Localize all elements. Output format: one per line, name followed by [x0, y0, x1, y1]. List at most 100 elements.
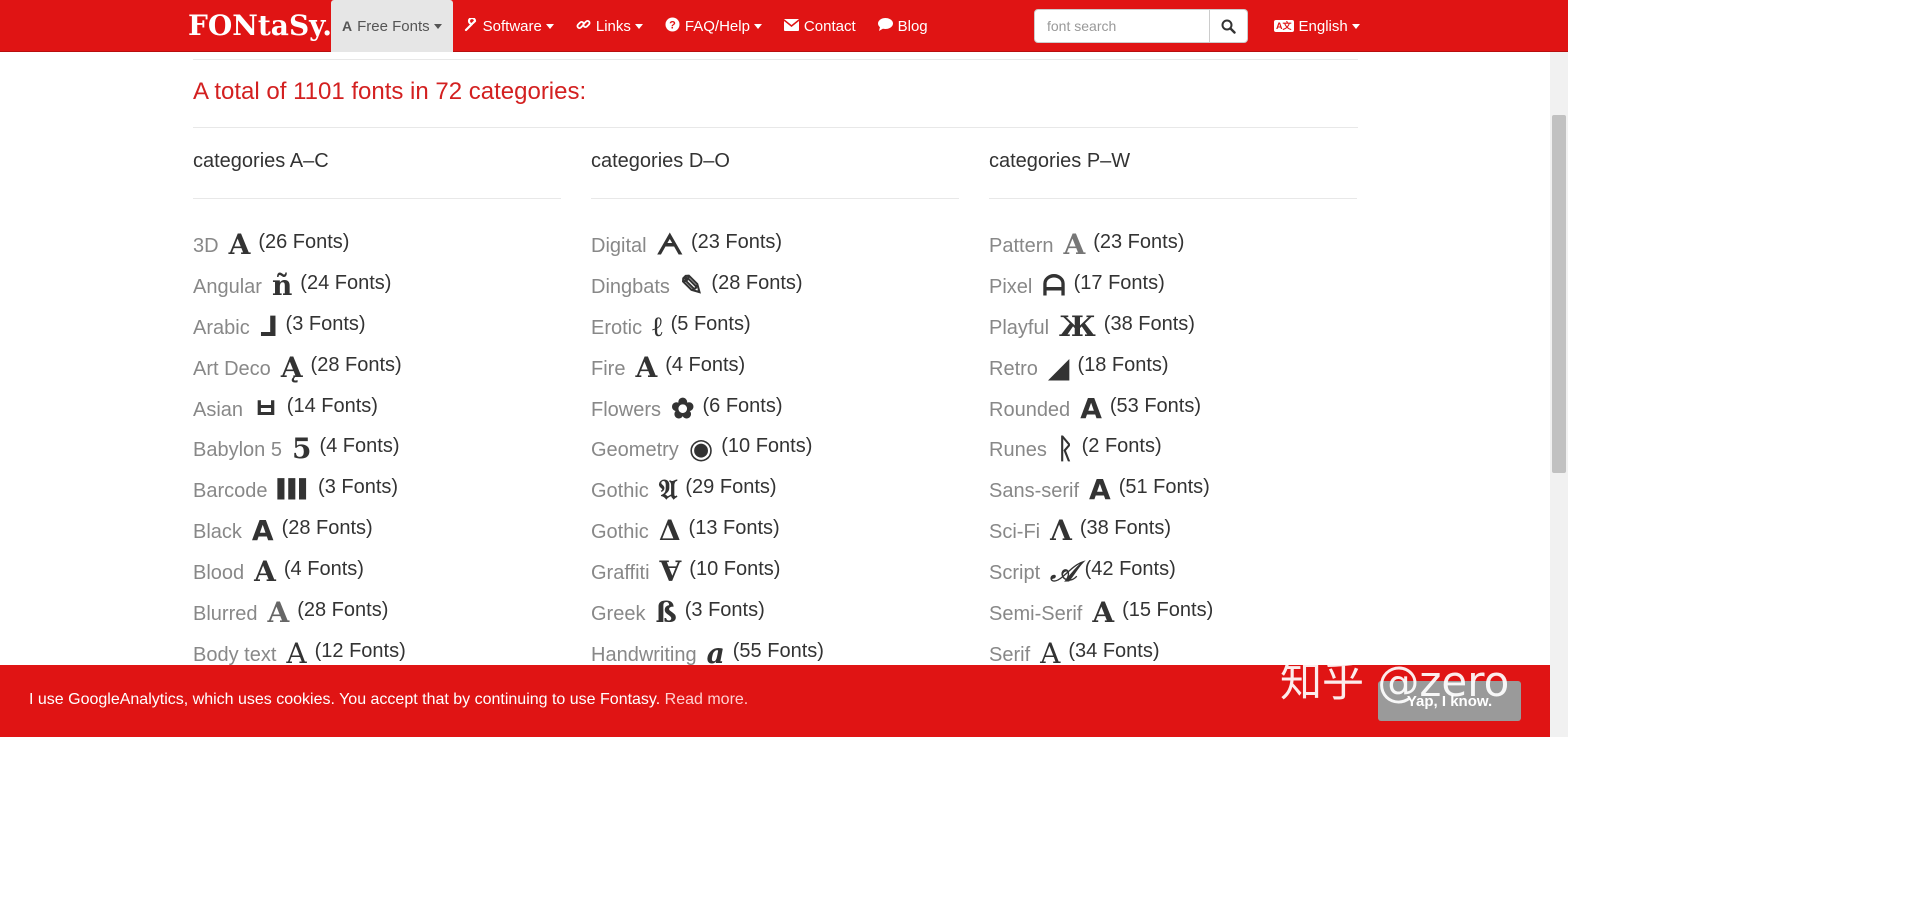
nav-faq-help[interactable]: ? FAQ/Help [654, 0, 773, 52]
category-link[interactable]: Semi-Serif [989, 603, 1082, 626]
category-link[interactable]: Black [193, 521, 242, 544]
category-sample-glyph[interactable]: ✎ [680, 271, 703, 300]
category-link[interactable]: Runes [989, 439, 1047, 462]
nav-links[interactable]: Links [565, 0, 654, 52]
vertical-scrollbar-thumb[interactable] [1552, 115, 1566, 473]
caret-down-icon [433, 23, 442, 29]
category-link[interactable]: Sci-Fi [989, 521, 1040, 544]
category-sample-glyph[interactable]: Ж [1059, 312, 1096, 341]
category-row: Art Deco Ą (28 Fonts) [193, 346, 573, 387]
category-row: Blood A (4 Fonts) [193, 550, 573, 591]
category-sample-glyph[interactable]: ▌▌▌ [278, 476, 313, 504]
category-sample-glyph[interactable]: ß [655, 598, 676, 627]
category-link[interactable]: Angular [193, 276, 262, 299]
category-link[interactable]: Handwriting [591, 644, 697, 667]
divider [193, 198, 561, 199]
category-sample-glyph[interactable]: A [635, 353, 657, 382]
category-link[interactable]: Erotic [591, 317, 642, 340]
category-sample-glyph[interactable]: ᗅ [657, 230, 683, 259]
category-count: (24 Fonts) [300, 271, 392, 294]
category-sample-glyph[interactable]: A [286, 639, 306, 668]
category-link[interactable]: Rounded [989, 399, 1070, 422]
category-list-d-o: Digital ᗅ (23 Fonts) Dingbats ✎ (28 Fonts) E… [591, 223, 971, 673]
category-sample-glyph[interactable]: 5 [292, 435, 311, 463]
category-link[interactable]: Blood [193, 562, 244, 585]
category-count: (10 Fonts) [721, 435, 813, 458]
category-sample-glyph[interactable]: ⅃ [260, 312, 278, 341]
watermark-text: 知乎 @zero [1280, 657, 1510, 706]
nav-contact[interactable]: Contact [773, 0, 867, 52]
category-sample-glyph[interactable]: ◢ [1048, 353, 1070, 382]
category-sample-glyph[interactable]: A [252, 517, 274, 545]
category-sample-glyph[interactable]: A [1089, 476, 1111, 504]
category-link[interactable]: Dingbats [591, 276, 670, 299]
category-link[interactable]: Blurred [193, 603, 257, 626]
category-count: (38 Fonts) [1079, 517, 1171, 540]
category-sample-glyph[interactable]: Ʌ [1050, 517, 1072, 545]
category-link[interactable]: Graffiti [591, 562, 650, 585]
category-link[interactable]: Asian [193, 399, 243, 422]
cookie-message: I use GoogleAnalytics, which uses cookie… [29, 691, 748, 709]
category-link[interactable]: Pixel [989, 276, 1032, 299]
category-sample-glyph[interactable]: A [229, 230, 251, 259]
category-sample-glyph[interactable]: ◉ [689, 435, 713, 463]
category-link[interactable]: Art Deco [193, 358, 271, 381]
category-link[interactable]: Flowers [591, 399, 661, 422]
category-row: Greek ß (3 Fonts) [591, 591, 971, 632]
category-link[interactable]: Body text [193, 644, 276, 667]
category-sample-glyph[interactable]: ᚱ [1057, 435, 1074, 463]
category-link[interactable]: Barcode [193, 480, 268, 503]
category-sample-glyph[interactable]: a [707, 639, 725, 668]
category-link[interactable]: Sans-serif [989, 480, 1079, 503]
category-sample-glyph[interactable]: A [1080, 394, 1102, 423]
category-link[interactable]: Pattern [989, 235, 1053, 258]
nav-free-fonts-label: Free Fonts [357, 17, 430, 35]
category-sample-glyph[interactable]: A [267, 598, 289, 627]
category-sample-glyph[interactable]: 𝒜 [1050, 558, 1077, 586]
category-link[interactable]: Digital [591, 235, 647, 258]
category-link[interactable]: Serif [989, 644, 1030, 667]
category-link[interactable]: Script [989, 562, 1040, 585]
category-link[interactable]: Geometry [591, 439, 679, 462]
svg-text:?: ? [669, 20, 676, 32]
category-link[interactable]: Arabic [193, 317, 250, 340]
category-row: Gothic Δ (13 Fonts) [591, 509, 971, 550]
category-link[interactable]: Gothic [591, 521, 649, 544]
category-count: (13 Fonts) [688, 517, 780, 540]
category-row: Dingbats ✎ (28 Fonts) [591, 264, 971, 305]
category-count: (42 Fonts) [1084, 558, 1176, 581]
category-link[interactable]: 3D [193, 235, 219, 258]
nav-free-fonts[interactable]: A Free Fonts [331, 0, 453, 52]
category-sample-glyph[interactable]: Ɐ [660, 558, 682, 586]
category-sample-glyph[interactable]: ㅂ [253, 394, 279, 423]
category-sample-glyph[interactable]: A [254, 558, 276, 586]
category-sample-glyph[interactable]: ✿ [671, 394, 694, 423]
divider [989, 198, 1357, 199]
category-row: Black A (28 Fonts) [193, 509, 573, 550]
nav-software[interactable]: Software [453, 0, 565, 52]
category-link[interactable]: Gothic [591, 480, 649, 503]
category-sample-glyph[interactable]: 𝔄 [659, 476, 678, 504]
nav-contact-label: Contact [803, 17, 856, 35]
category-link[interactable]: Greek [591, 603, 645, 626]
category-row: Blurred A (28 Fonts) [193, 591, 573, 632]
category-sample-glyph[interactable]: Δ [659, 517, 681, 545]
category-sample-glyph[interactable]: ñ [272, 271, 292, 300]
page-heading: A total of 1101 fonts in 72 categories: [193, 78, 587, 105]
category-sample-glyph[interactable]: A [1092, 598, 1114, 627]
nav-blog[interactable]: Blog [867, 0, 939, 52]
category-link[interactable]: Retro [989, 358, 1038, 381]
category-sample-glyph[interactable]: A [1040, 639, 1060, 668]
category-link[interactable]: Playful [989, 317, 1049, 340]
category-link[interactable]: Fire [591, 358, 625, 381]
font-search-input[interactable] [1034, 9, 1210, 43]
read-more-link[interactable]: Read more. [665, 691, 749, 708]
language-selector[interactable]: A文 English [1274, 0, 1360, 52]
category-count: (15 Fonts) [1122, 598, 1214, 621]
category-sample-glyph[interactable]: Ą [281, 353, 303, 382]
category-sample-glyph[interactable]: A [1063, 230, 1085, 259]
search-button[interactable] [1210, 9, 1248, 43]
category-sample-glyph[interactable]: ᗩ [1042, 271, 1065, 300]
category-link[interactable]: Babylon 5 [193, 439, 282, 462]
category-sample-glyph[interactable]: ℓ [652, 312, 663, 341]
